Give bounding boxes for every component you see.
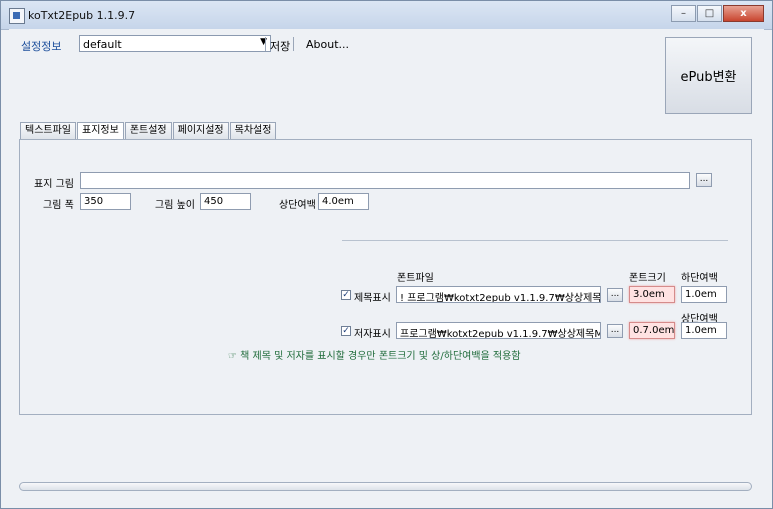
title-font-file-input[interactable]: ! 프로그램₩kotxt2epub v1.1.9.7₩상상제목B.ttf	[396, 286, 601, 303]
tab-toc-settings[interactable]: 목차설정	[229, 122, 277, 139]
bottom-margin-header: 하단여백	[681, 273, 718, 284]
author-check-label: 저자표시	[354, 329, 391, 340]
profile-value: default	[83, 38, 122, 51]
window-title: koTxt2Epub 1.1.9.7	[28, 9, 136, 22]
cover-image-label: 표지 그림	[34, 179, 74, 190]
maximize-button[interactable]: □	[697, 5, 722, 22]
image-height-label: 그림 높이	[155, 200, 195, 211]
minimize-button[interactable]: –	[671, 5, 696, 22]
separator	[293, 37, 294, 51]
image-width-input[interactable]: 350	[80, 193, 131, 210]
profile-label: 설정정보	[21, 40, 62, 53]
font-file-header: 폰트파일	[397, 273, 434, 284]
status-progress-bar	[19, 482, 752, 491]
title-checkbox[interactable]: ✓	[341, 290, 351, 300]
apply-note: ☞ 책 제목 및 저자를 표시할 경우만 폰트크기 및 상/하단여백을 적용함	[228, 351, 521, 362]
title-font-browse-button[interactable]: ...	[607, 288, 623, 302]
title-check-label: 제목표시	[354, 293, 391, 304]
tab-page-settings[interactable]: 페이지설정	[172, 122, 229, 139]
font-size-header: 폰트크기	[629, 273, 666, 284]
title-bar: koTxt2Epub 1.1.9.7 – □ x	[1, 1, 772, 30]
separator	[265, 37, 266, 51]
client-area: 설정정보 default ▼ 저장 About... ePub변환 텍스트파일 …	[9, 29, 764, 501]
author-checkbox[interactable]: ✓	[341, 326, 351, 336]
tab-text-file[interactable]: 텍스트파일	[20, 122, 76, 139]
window-controls: – □ x	[671, 5, 764, 22]
author-font-file-input[interactable]: 프로그램₩kotxt2epub v1.1.9.7₩상상제목M.ttf	[396, 322, 601, 339]
cover-image-input[interactable]	[80, 172, 690, 189]
tab-strip: 텍스트파일 표지정보 폰트설정 페이지설정 목차설정	[20, 122, 277, 140]
top-margin-input[interactable]: 4.0em	[318, 193, 369, 210]
author-top-margin-input[interactable]: 1.0em	[681, 322, 727, 339]
cover-info-panel: 표지 그림 ... 그림 폭 350 그림 높이 450 상단여백 4.0em …	[19, 139, 752, 415]
top-margin-label: 상단여백	[279, 200, 316, 211]
cover-browse-button[interactable]: ...	[696, 173, 712, 187]
tab-cover-info[interactable]: 표지정보	[77, 122, 124, 140]
about-button[interactable]: About...	[306, 38, 349, 51]
image-width-label: 그림 폭	[43, 200, 74, 211]
divider	[342, 240, 728, 241]
app-icon	[9, 8, 25, 24]
title-font-size-input[interactable]: 3.0em	[629, 286, 675, 303]
author-font-browse-button[interactable]: ...	[607, 324, 623, 338]
profile-select[interactable]: default ▼	[79, 35, 271, 52]
author-font-size-input[interactable]: 0.7.0em	[629, 322, 675, 339]
tab-font-settings[interactable]: 폰트설정	[124, 122, 172, 139]
save-button[interactable]: 저장	[270, 38, 290, 54]
image-height-input[interactable]: 450	[200, 193, 251, 210]
epub-convert-button[interactable]: ePub변환	[665, 37, 752, 114]
close-button[interactable]: x	[723, 5, 764, 22]
title-bottom-margin-input[interactable]: 1.0em	[681, 286, 727, 303]
app-window: koTxt2Epub 1.1.9.7 – □ x 설정정보 default ▼ …	[0, 0, 773, 509]
